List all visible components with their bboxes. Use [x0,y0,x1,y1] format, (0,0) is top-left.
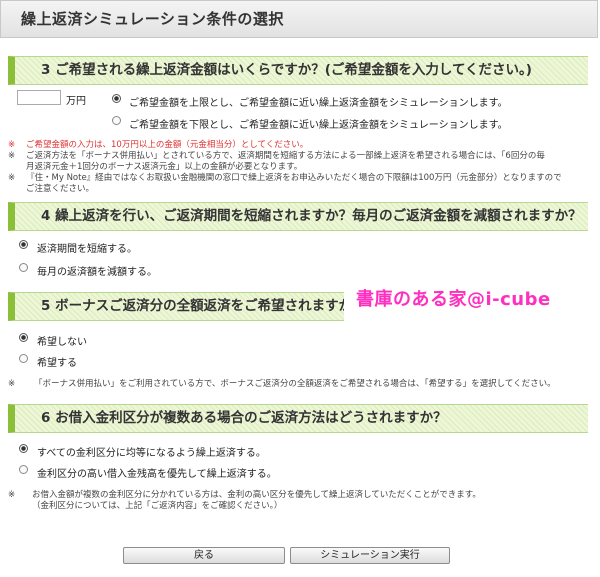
radio-shorten-period[interactable] [19,240,28,249]
section-5-header: 5 ボーナスご返済分の全額返済をご希望されますか？ [8,292,344,321]
note-mark: ※ [8,140,16,150]
note-rate-line-2: （金利区分については、上記「ご返済内容」をご確認ください。） [32,501,283,511]
note-bonus-repay: 「ボーナス併用払い」をご利用されている方で、ボーナスご返済分の全額返済をご希望さ… [34,379,556,389]
radio-upper-limit[interactable] [112,94,121,103]
option-lower-limit-label: ご希望金額を下限とし、ご希望金額に近い繰上返済金額をシミュレーションします。 [129,120,508,131]
radio-bonus-full-repay[interactable] [19,354,28,363]
note-bonus-line-2: 月返済元金＋1回分のボーナス返済元金」以上の金額が必要となります。 [26,162,303,172]
radio-no-bonus-full-repay[interactable] [19,333,28,342]
option-no-bonus-label: 希望しない [37,337,87,348]
note-min-amount: ご希望金額の入力は、10万円以上の金額（元金相当分）としてください。 [26,140,309,150]
note-counter-line-1: 『住・My Note』経由ではなくお取扱い金融機関の窓口で繰上返済をお申込みいた… [26,173,562,183]
note-mark: ※ [8,379,16,389]
note-counter-line-2: ご注意ください。 [26,184,95,194]
note-bonus-line-1: ご返済方法を「ボーナス併用払い」とされている方で、返済期間を短縮する方法による一… [26,151,545,161]
option-shorten-period-label: 返済期間を短縮する。 [37,244,137,255]
note-mark: ※ [8,151,16,161]
option-high-rate-first-label: 金利区分の高い借入金残高を優先して繰上返済する。 [37,469,277,480]
section-6-header: 6 お借入金利区分が複数ある場合のご返済方法はどうされますか？ [8,404,588,433]
run-simulation-button[interactable]: シミュレーション実行 [290,547,450,564]
radio-lower-limit[interactable] [112,116,121,125]
amount-input[interactable] [17,90,61,105]
radio-equal-distribution[interactable] [19,444,28,453]
page-title: 繰上返済シミュレーション条件の選択 [0,0,598,38]
note-mark: ※ [8,173,16,183]
radio-reduce-payment[interactable] [19,263,28,272]
section-4-header: 4 繰上返済を行い、ご返済期間を短縮されますか？毎月のご返済金額を減額されますか… [8,202,588,231]
radio-high-rate-first[interactable] [19,465,28,474]
note-rate-line-1: お借入金額が複数の金利区分に分かれている方は、金利の高い区分を優先して繰上返済し… [32,490,481,500]
section-3-header: 3 ご希望される繰上返済金額はいくらですか？(ご希望金額を入力してください。) [8,56,588,85]
note-mark: ※ [8,490,16,500]
option-equal-distribution-label: すべての金利区分に均等になるよう繰上返済する。 [37,448,266,459]
option-bonus-label: 希望する [37,358,77,369]
option-upper-limit-label: ご希望金額を上限とし、ご希望金額に近い繰上返済金額をシミュレーションします。 [129,98,508,109]
amount-unit: 万円 [66,96,86,107]
back-button[interactable]: 戻る [123,547,285,564]
option-reduce-payment-label: 毎月の返済額を減額する。 [37,267,157,278]
watermark: 書庫のある家@i-cube [356,289,551,310]
